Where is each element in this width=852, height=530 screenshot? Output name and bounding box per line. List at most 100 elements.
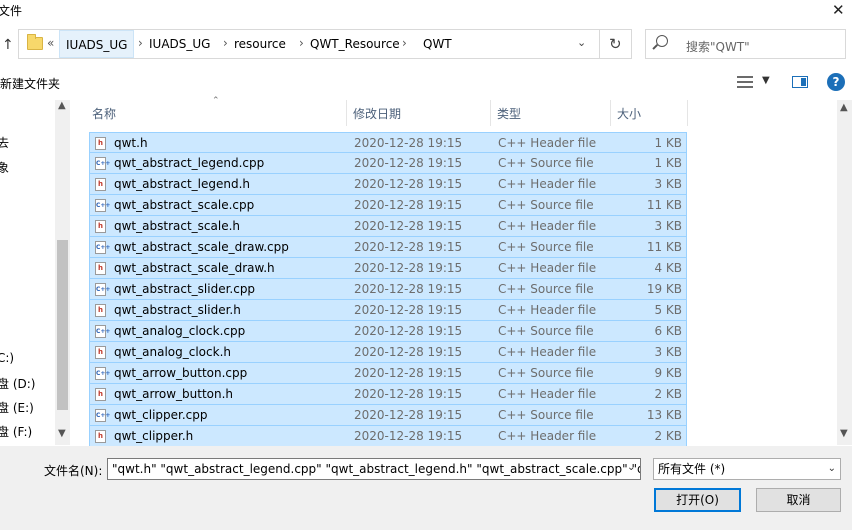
scroll-down-icon[interactable]: ▼: [840, 428, 848, 439]
file-row[interactable]: h qwt_abstract_legend.h 2020-12-28 19:15 C+…: [89, 174, 687, 195]
chevron-right-icon[interactable]: ›: [299, 36, 304, 50]
file-name: qwt.h: [114, 136, 148, 150]
file-type: C++ Header file: [498, 177, 597, 191]
list-scrollbar[interactable]: ▲ ▼: [837, 100, 852, 445]
file-row[interactable]: h qwt_clipper.h 2020-12-28 19:15 C++ Header…: [89, 426, 687, 447]
nav-item[interactable]: 去: [0, 134, 9, 151]
file-type: C++ Source file: [498, 366, 594, 380]
chevron-down-icon[interactable]: ⌄: [577, 36, 586, 49]
title-bar: 文件 ✕: [0, 0, 852, 24]
new-folder-button[interactable]: 新建文件夹: [0, 75, 60, 92]
file-type-select[interactable]: 所有文件 (*) ⌄: [653, 458, 841, 480]
file-type: C++ Header file: [498, 429, 597, 443]
file-date: 2020-12-28 19:15: [354, 366, 463, 380]
file-row[interactable]: C++ qwt_arrow_button.cpp 2020-12-28 19:15 C…: [89, 363, 687, 384]
chevron-right-icon[interactable]: ›: [223, 36, 228, 50]
file-row[interactable]: C++ qwt_abstract_legend.cpp 2020-12-28 19:…: [89, 153, 687, 174]
view-list-icon[interactable]: [737, 76, 753, 88]
scroll-up-icon[interactable]: ▲: [58, 100, 66, 111]
file-name: qwt_arrow_button.h: [114, 387, 234, 401]
search-input[interactable]: 搜索"QWT": [645, 29, 846, 59]
file-row[interactable]: h qwt.h 2020-12-28 19:15 C++ Header file 1 K…: [89, 132, 687, 153]
chevron-right-icon[interactable]: ›: [402, 36, 407, 50]
file-row[interactable]: h qwt_abstract_slider.h 2020-12-28 19:15 C+…: [89, 300, 687, 321]
file-name: qwt_abstract_scale_draw.cpp: [114, 240, 289, 254]
breadcrumb-item[interactable]: QWT: [423, 37, 452, 51]
scroll-up-icon[interactable]: ▲: [840, 102, 848, 113]
breadcrumb-item[interactable]: QWT_Resource: [310, 37, 400, 51]
scrollbar-thumb[interactable]: [57, 240, 68, 410]
chevron-down-icon[interactable]: ▼: [762, 75, 770, 86]
file-size: 3 KB: [654, 177, 682, 191]
open-button[interactable]: 打开(O): [654, 488, 741, 512]
header-file-icon: h: [95, 304, 106, 317]
file-row[interactable]: C++ qwt_clipper.cpp 2020-12-28 19:15 C++ So…: [89, 405, 687, 426]
file-row[interactable]: h qwt_analog_clock.h 2020-12-28 19:15 C++ H…: [89, 342, 687, 363]
chevron-right-icon[interactable]: ›: [138, 36, 143, 50]
filename-input[interactable]: "qwt.h" "qwt_abstract_legend.cpp" "qwt_a…: [107, 458, 641, 480]
file-name: qwt_arrow_button.cpp: [114, 366, 248, 380]
file-name: qwt_abstract_scale.cpp: [114, 198, 255, 212]
cancel-button[interactable]: 取消: [756, 488, 841, 512]
nav-item-drive-f[interactable]: 盘 (F:): [0, 423, 32, 440]
column-date[interactable]: 修改日期: [353, 105, 401, 122]
file-type: C++ Header file: [498, 303, 597, 317]
cpp-file-icon: C++: [95, 157, 110, 170]
file-row[interactable]: h qwt_arrow_button.h 2020-12-28 19:15 C++ H…: [89, 384, 687, 405]
preview-pane-icon[interactable]: [792, 76, 808, 88]
file-type: C++ Source file: [498, 324, 594, 338]
nav-scrollbar[interactable]: ▲ ▼: [55, 100, 70, 445]
column-type[interactable]: 类型: [497, 105, 521, 122]
chevron-down-icon[interactable]: ⌄: [627, 462, 635, 473]
column-name[interactable]: 名称: [92, 105, 116, 122]
file-row[interactable]: h qwt_abstract_scale.h 2020-12-28 19:15 C++…: [89, 216, 687, 237]
file-size: 2 KB: [654, 387, 682, 401]
column-size[interactable]: 大小: [617, 105, 641, 122]
close-icon[interactable]: ✕: [832, 1, 845, 19]
file-date: 2020-12-28 19:15: [354, 429, 463, 443]
header-file-icon: h: [95, 262, 106, 275]
file-name: qwt_abstract_slider.cpp: [114, 282, 256, 296]
file-size: 3 KB: [654, 219, 682, 233]
breadcrumb-item[interactable]: IUADS_UG: [149, 37, 210, 51]
file-size: 9 KB: [654, 366, 682, 380]
file-name: qwt_analog_clock.cpp: [114, 324, 246, 338]
file-type: C++ Source file: [498, 282, 594, 296]
breadcrumb-item[interactable]: resource: [234, 37, 286, 51]
address-bar[interactable]: « IUADS_UG › IUADS_UG › resource › QWT_R…: [18, 29, 600, 59]
file-date: 2020-12-28 19:15: [354, 240, 463, 254]
file-name: qwt_clipper.h: [114, 429, 194, 443]
scroll-down-icon[interactable]: ▼: [58, 428, 66, 439]
file-size: 13 KB: [646, 408, 682, 422]
file-date: 2020-12-28 19:15: [354, 136, 463, 150]
file-size: 1 KB: [654, 136, 682, 150]
file-row[interactable]: C++ qwt_abstract_slider.cpp 2020-12-28 19:…: [89, 279, 687, 300]
search-icon: [656, 35, 668, 47]
cpp-file-icon: C++: [95, 409, 110, 422]
nav-item-drive-e[interactable]: 盘 (E:): [0, 399, 34, 416]
file-size: 5 KB: [654, 303, 682, 317]
up-arrow-icon[interactable]: ↑: [2, 37, 14, 53]
file-date: 2020-12-28 19:15: [354, 345, 463, 359]
file-size: 6 KB: [654, 324, 682, 338]
nav-item[interactable]: 象: [0, 159, 9, 176]
file-type: C++ Header file: [498, 261, 597, 275]
help-icon[interactable]: ?: [827, 73, 845, 91]
file-name: qwt_clipper.cpp: [114, 408, 208, 422]
breadcrumb-overflow[interactable]: «: [47, 36, 54, 50]
cpp-file-icon: C++: [95, 283, 110, 296]
nav-item-drive-c[interactable]: C:): [0, 351, 14, 365]
filename-label: 文件名(N):: [44, 464, 103, 478]
file-row[interactable]: C++ qwt_analog_clock.cpp 2020-12-28 19:15 C…: [89, 321, 687, 342]
file-row[interactable]: C++ qwt_abstract_scale.cpp 2020-12-28 19:1…: [89, 195, 687, 216]
file-row[interactable]: h qwt_abstract_scale_draw.h 2020-12-28 19:…: [89, 258, 687, 279]
file-row[interactable]: C++ qwt_abstract_scale_draw.cpp 2020-12-28…: [89, 237, 687, 258]
header-file-icon: h: [95, 388, 106, 401]
cpp-file-icon: C++: [95, 367, 110, 380]
refresh-button[interactable]: ↻: [600, 29, 632, 59]
file-date: 2020-12-28 19:15: [354, 198, 463, 212]
nav-item-drive-d[interactable]: 盘 (D:): [0, 375, 35, 392]
file-date: 2020-12-28 19:15: [354, 156, 463, 170]
file-type: C++ Source file: [498, 240, 594, 254]
breadcrumb-item[interactable]: IUADS_UG: [59, 30, 135, 58]
